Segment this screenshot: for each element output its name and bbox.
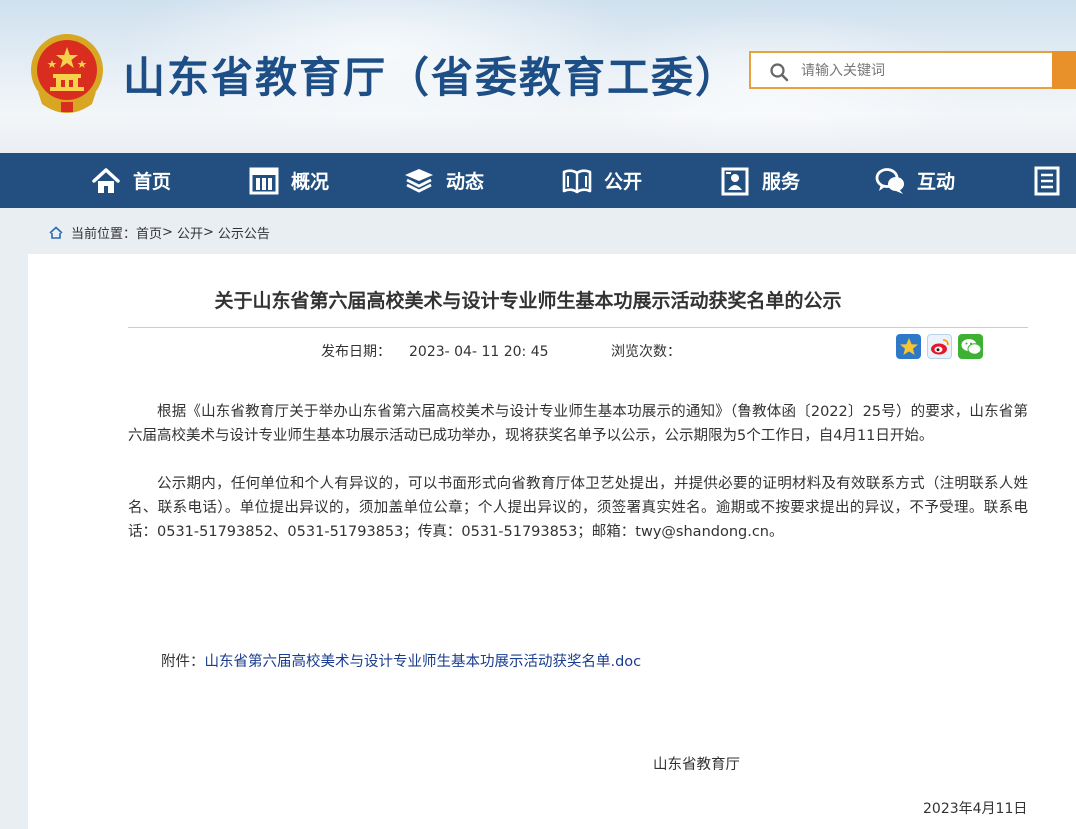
title-divider: [128, 327, 1028, 328]
nav-label: 互动: [917, 171, 956, 193]
nav-label: 公开: [604, 171, 643, 193]
article-title: 关于山东省第六届高校美术与设计专业师生基本功展示活动获奖名单的公示: [214, 290, 842, 312]
paragraph: 公示期内，任何单位和个人有异议的，可以书面形式向省教育厅体卫艺处提出，并提供必要…: [128, 476, 1028, 540]
nav-label: 概况: [291, 171, 330, 193]
nav-label: 首页: [133, 171, 172, 193]
views-label: 浏览次数：: [610, 344, 681, 360]
weibo-icon[interactable]: [927, 334, 952, 359]
breadcrumb-prefix: 当前位置：: [71, 227, 137, 242]
home-icon: [49, 226, 63, 239]
share-buttons: [896, 334, 983, 359]
signature: 山东省教育厅: [653, 757, 740, 773]
document-icon: [1034, 166, 1060, 195]
sign-date: 2023年4月11日: [923, 801, 1028, 817]
nav-label: 服务: [762, 171, 801, 193]
breadcrumb-separator: >: [202, 225, 214, 240]
search-icon: [770, 63, 789, 82]
attachment: 附件：山东省第六届高校美术与设计专业师生基本功展示活动获奖名单.doc: [161, 650, 641, 671]
nav-item-interact[interactable]: 互动: [875, 153, 955, 208]
service-icon: [721, 167, 749, 195]
main-nav: 首页 概况 动态 公开 服务 互动: [0, 153, 1076, 208]
article-body: 根据《山东省教育厅关于举办山东省第六届高校美术与设计专业师生基本功展示的通知》（…: [128, 400, 1028, 568]
nav-item-news[interactable]: 动态: [404, 153, 484, 208]
qzone-icon[interactable]: [896, 334, 921, 359]
national-emblem-icon: [31, 34, 103, 113]
breadcrumb-home-link[interactable]: 首页: [136, 223, 162, 242]
nav-label: 动态: [446, 171, 485, 193]
nav-item-more[interactable]: [1033, 153, 1075, 208]
search-button[interactable]: [1052, 51, 1076, 89]
nav-item-overview[interactable]: 概况: [249, 153, 329, 208]
publish-date: 2023- 04- 11 20: 45: [409, 344, 549, 360]
paragraph: 根据《山东省教育厅关于举办山东省第六届高校美术与设计专业师生基本功展示的通知》（…: [128, 404, 1028, 444]
breadcrumb-separator: >: [162, 225, 173, 240]
article-container: 关于山东省第六届高校美术与设计专业师生基本功展示活动获奖名单的公示 发布日期： 2…: [28, 254, 1076, 829]
nav-item-public[interactable]: 公开: [562, 153, 642, 208]
wechat-icon[interactable]: [958, 334, 983, 359]
publish-label: 发布日期：: [321, 344, 391, 360]
nav-item-service[interactable]: 服务: [720, 153, 800, 208]
book-icon: [562, 168, 592, 193]
home-icon: [92, 167, 120, 193]
breadcrumb-public-link[interactable]: 公开: [177, 223, 203, 242]
layers-icon: [405, 168, 433, 193]
nav-item-home[interactable]: 首页: [91, 153, 171, 208]
site-title: 山东省教育厅（省委教育工委）: [123, 53, 740, 102]
site-header: 山东省教育厅（省委教育工委）: [0, 0, 1076, 153]
article-meta: 发布日期： 2023- 04- 11 20: 45 浏览次数：: [321, 341, 699, 361]
breadcrumb-notice-link[interactable]: 公示公告: [218, 223, 270, 242]
chat-icon: [875, 167, 904, 194]
attachment-label: 附件：: [161, 654, 205, 670]
search-input[interactable]: [799, 59, 1043, 83]
building-icon: [249, 167, 279, 194]
attachment-link[interactable]: 山东省第六届高校美术与设计专业师生基本功展示活动获奖名单.doc: [205, 654, 642, 670]
breadcrumb: 当前位置： 首页 > 公开 > 公示公告: [49, 223, 270, 242]
search-box: [749, 51, 1054, 89]
breadcrumb-bar: 当前位置： 首页 > 公开 > 公示公告: [0, 208, 1076, 254]
